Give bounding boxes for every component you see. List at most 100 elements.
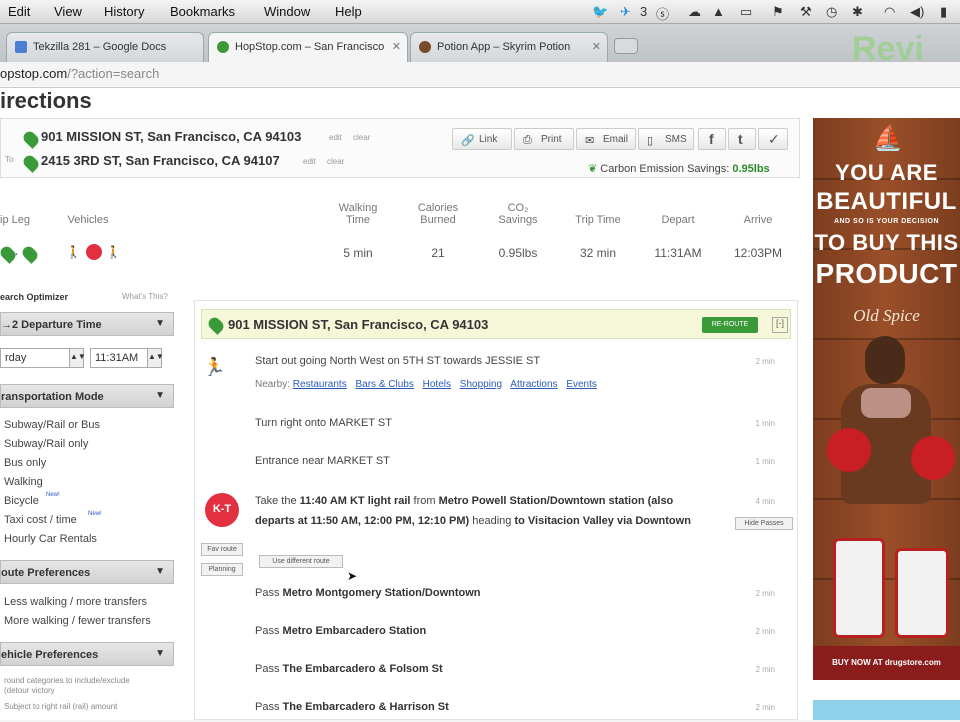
reroute-button[interactable]: RE-ROUTE — [702, 317, 758, 333]
mode-walking[interactable]: Walking — [4, 476, 43, 488]
tweetdeck-icon[interactable]: ✈ — [620, 4, 631, 20]
sms-button[interactable]: ▯ SMS — [638, 128, 694, 150]
section-label: ehicle Preferences — [1, 649, 99, 661]
kt-line-icon — [86, 244, 102, 260]
ad-brand: Old Spice — [853, 306, 920, 325]
vehicle-note: (detour victory — [4, 686, 55, 695]
caret-down-icon: ▼ — [155, 648, 165, 659]
to-pin-icon — [21, 153, 41, 173]
nearby-attractions-link[interactable]: Attractions — [510, 379, 557, 390]
battery-icon[interactable]: ▮ — [940, 4, 947, 20]
bluetooth-icon[interactable]: ✱ — [852, 4, 863, 20]
route-preferences-header[interactable]: oute Preferences ▼ — [0, 560, 174, 584]
link-button[interactable]: 🔗 Link — [452, 128, 512, 150]
wifi-icon[interactable]: ◠ — [884, 4, 895, 20]
menu-view[interactable]: View — [54, 4, 82, 19]
menu-window[interactable]: Window — [264, 4, 310, 19]
tab-label: Tekzilla 281 – Google Docs — [33, 41, 167, 53]
mode-bicycle[interactable]: Bicycle — [4, 495, 39, 507]
display-icon[interactable]: ▭ — [740, 4, 752, 20]
nearby-hotels-link[interactable]: Hotels — [423, 379, 451, 390]
clear-to-link[interactable]: clear — [327, 157, 344, 166]
step4-text: heading — [469, 515, 515, 527]
step4-text: to — [514, 515, 525, 527]
clear-from-link[interactable]: clear — [353, 133, 370, 142]
planning-button[interactable]: Planning — [201, 563, 243, 576]
pass-label: Pass — [255, 663, 280, 675]
pref-less-walking[interactable]: Less walking / more transfers — [4, 596, 147, 608]
ad-line-4: TO BUY THIS — [814, 230, 959, 255]
ad-footer[interactable]: BUY NOW AT drugstore.com — [813, 646, 960, 680]
whats-this-link[interactable]: What's This? — [122, 292, 168, 301]
menu-help[interactable]: Help — [335, 4, 362, 19]
tools-icon[interactable]: ⚒ — [800, 4, 812, 20]
skype-icon[interactable]: ⓢ — [656, 4, 669, 23]
sync-icon[interactable]: ☁ — [688, 4, 701, 20]
tab-hopstop[interactable]: HopStop.com – San Francisco ✕ — [208, 32, 408, 62]
secondary-ad[interactable] — [813, 700, 960, 720]
header-co2: CO₂ Savings — [498, 202, 538, 226]
departure-time-header[interactable]: →2 Departure Time ▼ — [0, 312, 174, 336]
mouse-cursor-icon: ➤ — [347, 569, 358, 583]
mode-taxi[interactable]: Taxi cost / time — [4, 514, 77, 526]
collapse-button[interactable]: [-] — [772, 317, 788, 333]
nearby-restaurants-link[interactable]: Restaurants — [293, 379, 347, 390]
step4-text: Take the — [255, 495, 300, 507]
vehicle-note: round categories to include/exclude — [4, 676, 130, 685]
address-bar[interactable]: opstop.com/?action=search — [0, 62, 960, 88]
flag-icon[interactable]: ⚑ — [772, 4, 784, 20]
to-label: To — [5, 155, 14, 164]
pass-station: The Embarcadero & Harrison St — [282, 701, 449, 713]
tab-potion-app[interactable]: Potion App – Skyrim Potion ✕ — [410, 32, 608, 62]
mode-bus-only[interactable]: Bus only — [4, 457, 46, 469]
close-tab-icon[interactable]: ✕ — [592, 40, 601, 53]
volume-icon[interactable]: ◀) — [910, 4, 924, 20]
use-different-route-button[interactable]: Use different route — [259, 555, 343, 568]
tab-label: Potion App – Skyrim Potion — [437, 41, 571, 53]
menu-bookmarks[interactable]: Bookmarks — [170, 4, 235, 19]
bell-icon[interactable]: ▲ — [712, 4, 725, 19]
nearby-events-link[interactable]: Events — [566, 379, 597, 390]
step-4: Take the 11:40 AM KT light rail from Met… — [255, 491, 695, 531]
close-tab-icon[interactable]: ✕ — [392, 40, 401, 53]
caret-down-icon: ▼ — [155, 390, 165, 401]
facebook-button[interactable]: f — [698, 128, 726, 150]
edit-to-link[interactable]: edit — [303, 157, 316, 166]
old-spice-ad[interactable]: ⛵ YOU ARE BEAUTIFUL AND SO IS YOUR DECIS… — [813, 118, 960, 680]
checkmark-button[interactable]: ✓ — [758, 128, 788, 150]
day-value: rday — [5, 352, 27, 364]
page-title: irections — [0, 88, 92, 113]
nearby-shopping-link[interactable]: Shopping — [460, 379, 502, 390]
hide-passes-button[interactable]: Hide Passes — [735, 517, 793, 530]
day-select[interactable]: rday ▲▼ — [0, 348, 86, 368]
mode-car-rentals[interactable]: Hourly Car Rentals — [4, 533, 97, 545]
new-tab-button[interactable] — [614, 38, 638, 54]
vehicle-preferences-header[interactable]: ehicle Preferences ▼ — [0, 642, 174, 666]
email-button[interactable]: ✉ Email — [576, 128, 636, 150]
nearby-bars-link[interactable]: Bars & Clubs — [356, 379, 414, 390]
walking-time-value: 5 min — [343, 246, 373, 260]
menu-edit[interactable]: Edit — [8, 4, 30, 19]
twitter-button[interactable]: t — [728, 128, 756, 150]
header-trip-time: Trip Time — [575, 214, 621, 226]
leaf-icon: ❦ — [588, 163, 598, 175]
button-label: Link — [479, 134, 498, 145]
potion-app-icon — [419, 41, 431, 53]
pass-label: Pass — [255, 625, 280, 637]
menu-bar: Edit View History Bookmarks Window Help … — [0, 0, 960, 24]
step-duration: 2 min — [755, 703, 775, 712]
tab-google-docs[interactable]: Tekzilla 281 – Google Docs — [6, 32, 204, 62]
section-label: →2 Departure Time — [1, 319, 102, 331]
time-select[interactable]: 11:31AM ▲▼ — [90, 348, 164, 368]
transportation-mode-header[interactable]: ransportation Mode ▼ — [0, 384, 174, 408]
mode-subway-rail-bus[interactable]: Subway/Rail or Bus — [4, 419, 100, 431]
time-machine-icon[interactable]: ◷ — [826, 4, 837, 20]
edit-from-link[interactable]: edit — [329, 133, 342, 142]
print-button[interactable]: ⎙ Print — [514, 128, 574, 150]
twitter-icon[interactable]: 🐦 — [592, 4, 608, 20]
fav-route-button[interactable]: Fav route — [201, 543, 243, 556]
mode-subway-rail-only[interactable]: Subway/Rail only — [4, 438, 88, 450]
menu-history[interactable]: History — [104, 4, 144, 19]
google-docs-icon — [15, 41, 27, 53]
pref-more-walking[interactable]: More walking / fewer transfers — [4, 615, 151, 627]
